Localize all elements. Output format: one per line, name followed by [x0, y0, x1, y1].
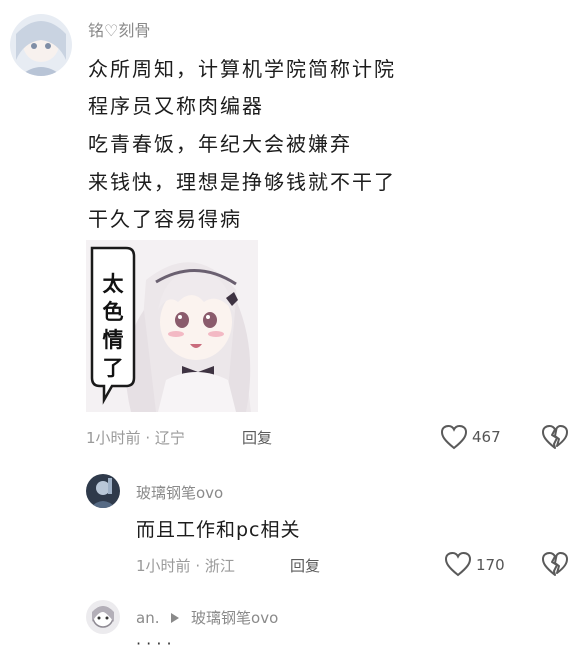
meta-separator: ·	[195, 557, 205, 575]
comment-username[interactable]: 铭♡刻骨	[88, 17, 150, 41]
sticker-text: 了	[102, 356, 124, 380]
reply-avatar[interactable]	[86, 474, 120, 508]
reply-username[interactable]: 玻璃钢笔ovo	[136, 482, 223, 503]
comment-text-line: 程序员又称肉编器	[88, 94, 264, 118]
reply-time: 1小时前	[136, 557, 191, 575]
reply-header: an. 玻璃钢笔ovo	[136, 607, 278, 628]
reply-avatar[interactable]	[86, 600, 120, 634]
reply-text: · · · ·	[136, 634, 172, 653]
comment-text-line: 吃青春饭，年纪大会被嫌弃	[88, 132, 352, 156]
dislike-broken-heart-icon[interactable]	[541, 424, 569, 450]
sticker-image[interactable]: 太 色 情 了	[86, 240, 258, 412]
like-count: 467	[472, 428, 501, 446]
like-heart-icon[interactable]	[440, 424, 468, 450]
reply-button[interactable]: 回复	[290, 555, 320, 576]
comment-time: 1小时前	[86, 429, 141, 447]
sticker-text: 情	[102, 328, 124, 352]
reply-username[interactable]: an.	[136, 609, 159, 627]
sticker-text: 色	[102, 300, 124, 324]
reply-to-username[interactable]: 玻璃钢笔ovo	[191, 609, 278, 627]
reply-to-arrow-icon	[170, 609, 180, 627]
like-count: 170	[476, 556, 505, 574]
meta-separator: ·	[145, 429, 155, 447]
comment-location: 辽宁	[154, 429, 185, 447]
dislike-broken-heart-icon[interactable]	[541, 551, 569, 577]
comment-meta: 1小时前 · 辽宁	[86, 427, 185, 448]
reply-meta: 1小时前 · 浙江	[136, 555, 235, 576]
reply-location: 浙江	[204, 557, 235, 575]
sticker-text: 太	[102, 272, 124, 296]
reply-text: 而且工作和pc相关	[136, 519, 301, 541]
like-heart-icon[interactable]	[444, 551, 472, 577]
comment-text-line: 众所周知，计算机学院简称计院	[88, 57, 396, 81]
reply-button[interactable]: 回复	[242, 427, 272, 448]
comment-text-line: 干久了容易得病	[88, 207, 242, 231]
comment-text-line: 来钱快，理想是挣够钱就不干了	[88, 170, 396, 194]
avatar[interactable]	[10, 14, 72, 76]
